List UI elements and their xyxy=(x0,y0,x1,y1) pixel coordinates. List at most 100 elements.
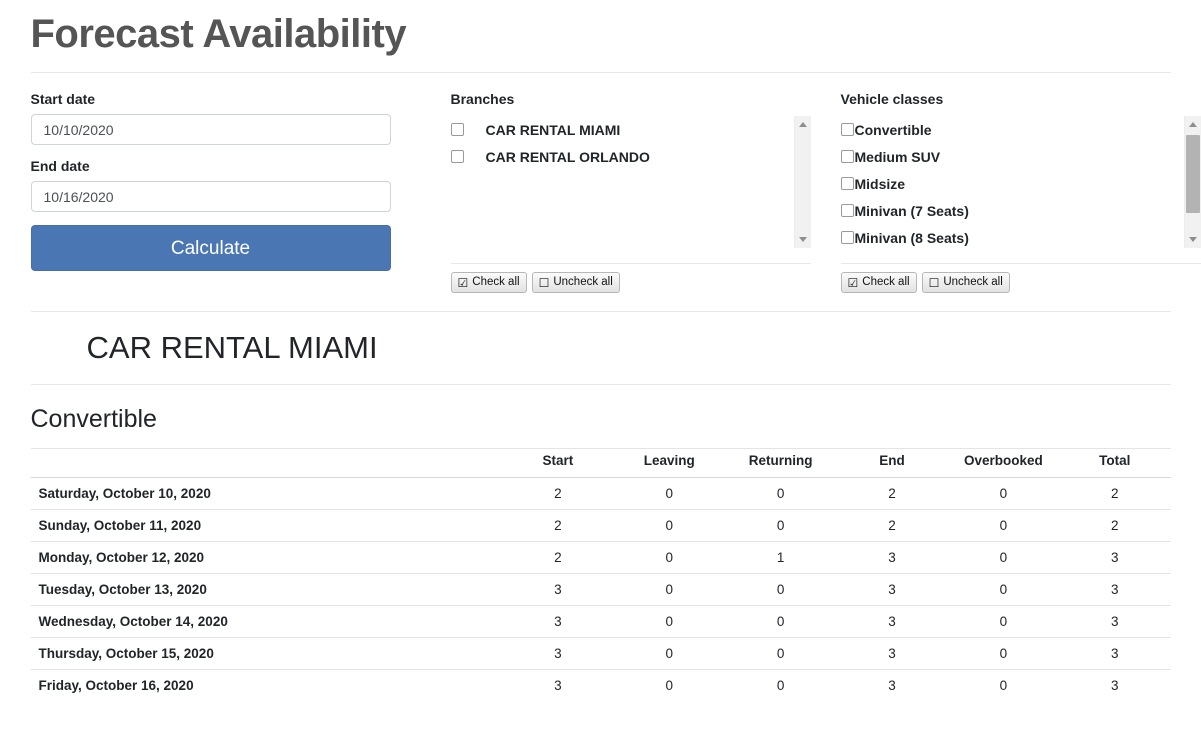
scroll-up-icon[interactable] xyxy=(794,116,811,133)
column-header-date xyxy=(30,448,503,479)
cell-start: 3 xyxy=(502,669,614,702)
branches-uncheck-all-button[interactable]: ☐ Uncheck all xyxy=(531,272,620,293)
cell-returning: 0 xyxy=(724,477,837,510)
table-row: Sunday, October 11, 2020 2 0 0 2 0 2 xyxy=(30,509,1171,542)
cell-date: Friday, October 16, 2020 xyxy=(30,669,503,702)
cell-returning: 0 xyxy=(724,669,837,702)
cell-end: 3 xyxy=(836,541,948,574)
cell-leaving: 0 xyxy=(613,509,725,542)
column-header-total: Total xyxy=(1059,448,1171,479)
cell-start: 3 xyxy=(502,573,614,606)
cell-date: Tuesday, October 13, 2020 xyxy=(30,573,503,606)
scroll-down-icon[interactable] xyxy=(1184,231,1201,248)
branches-list[interactable]: CAR RENTAL MIAMI CAR RENTAL ORLANDO xyxy=(450,116,811,248)
table-head: Start Leaving Returning End Overbooked T… xyxy=(30,448,1171,479)
branch-label-0[interactable]: CAR RENTAL MIAMI xyxy=(486,122,621,138)
cell-returning: 0 xyxy=(724,637,837,670)
branches-button-group: ☑ Check all ☐ Uncheck all xyxy=(450,272,811,293)
vehicle-class-checkbox-2[interactable] xyxy=(840,177,854,190)
cell-leaving: 0 xyxy=(613,669,725,702)
cell-overbooked: 0 xyxy=(947,605,1060,638)
cell-end: 3 xyxy=(836,637,948,670)
branch-label-1[interactable]: CAR RENTAL ORLANDO xyxy=(486,149,650,165)
cell-returning: 0 xyxy=(724,509,837,542)
cell-returning: 0 xyxy=(724,573,837,606)
column-header-start: Start xyxy=(502,448,614,479)
vehicle-classes-button-group: ☑ Check all ☐ Uncheck all xyxy=(840,272,1201,293)
list-item[interactable]: CAR RENTAL ORLANDO xyxy=(450,143,811,170)
table-row: Saturday, October 10, 2020 2 0 0 2 0 2 xyxy=(30,477,1171,510)
branches-scrollbar[interactable] xyxy=(793,116,811,248)
cell-leaving: 0 xyxy=(613,573,725,606)
vehicle-classes-column: Vehicle classes Convertible Medium SUV M… xyxy=(840,91,1201,293)
vehicle-class-label-0[interactable]: Convertible xyxy=(855,122,932,138)
scrollbar-thumb[interactable] xyxy=(1185,135,1200,213)
vehicle-classes-divider xyxy=(840,263,1201,264)
cell-total: 3 xyxy=(1059,541,1171,574)
cell-end: 3 xyxy=(836,669,948,702)
cell-total: 2 xyxy=(1059,509,1171,542)
list-item[interactable]: Convertible xyxy=(840,116,1201,143)
table-row: Thursday, October 15, 2020 3 0 0 3 0 3 xyxy=(30,637,1171,670)
forecast-table: Start Leaving Returning End Overbooked T… xyxy=(30,448,1171,702)
table-row: Tuesday, October 13, 2020 3 0 0 3 0 3 xyxy=(30,573,1171,606)
vehicle-class-label-2[interactable]: Midsize xyxy=(855,176,906,192)
vehicle-classes-label: Vehicle classes xyxy=(840,91,944,107)
check-square-icon: ☑ xyxy=(847,275,859,290)
cell-date: Sunday, October 11, 2020 xyxy=(30,509,503,542)
end-date-input[interactable] xyxy=(30,181,391,212)
cell-date: Thursday, October 15, 2020 xyxy=(30,637,503,670)
vehicle-class-label-4[interactable]: Minivan (8 Seats) xyxy=(855,230,969,246)
cell-returning: 0 xyxy=(724,605,837,638)
vehicle-class-checkbox-1[interactable] xyxy=(840,150,854,163)
cell-overbooked: 0 xyxy=(947,669,1060,702)
cell-date: Wednesday, October 14, 2020 xyxy=(30,605,503,638)
cell-total: 3 xyxy=(1059,669,1171,702)
cell-date: Saturday, October 10, 2020 xyxy=(30,477,503,510)
start-date-label: Start date xyxy=(30,91,96,107)
list-item[interactable]: Medium SUV xyxy=(840,143,1201,170)
branch-checkbox-1[interactable] xyxy=(450,150,464,163)
start-date-input[interactable] xyxy=(30,114,391,145)
cell-start: 3 xyxy=(502,605,614,638)
cell-overbooked: 0 xyxy=(947,573,1060,606)
vehicle-class-checkbox-3[interactable] xyxy=(840,204,854,217)
cell-total: 3 xyxy=(1059,573,1171,606)
cell-end: 2 xyxy=(836,477,948,510)
page-title: Forecast Availability xyxy=(30,12,407,56)
vehicle-class-checkbox-0[interactable] xyxy=(840,123,854,136)
table-row: Wednesday, October 14, 2020 3 0 0 3 0 3 xyxy=(30,605,1171,638)
cell-total: 3 xyxy=(1059,637,1171,670)
cell-returning: 1 xyxy=(724,541,837,574)
vehicle-class-checkbox-4[interactable] xyxy=(840,231,854,244)
vehicle-class-label-1[interactable]: Medium SUV xyxy=(855,149,941,165)
table-header-row: Start Leaving Returning End Overbooked T… xyxy=(30,448,1171,479)
branch-title: CAR RENTAL MIAMI xyxy=(86,330,378,365)
cell-end: 3 xyxy=(836,573,948,606)
column-header-returning: Returning xyxy=(724,448,837,479)
branch-checkbox-0[interactable] xyxy=(450,123,464,136)
branches-check-all-button[interactable]: ☑ Check all xyxy=(450,272,527,293)
table-row: Monday, October 12, 2020 2 0 1 3 0 3 xyxy=(30,541,1171,574)
form-region: Start date End date Calculate Branches C… xyxy=(30,91,1201,293)
list-item[interactable]: Minivan (8 Seats) xyxy=(840,224,1201,248)
table-body: Saturday, October 10, 2020 2 0 0 2 0 2 S… xyxy=(30,477,1171,702)
scroll-up-icon[interactable] xyxy=(1184,116,1201,133)
vehicle-classes-uncheck-all-button[interactable]: ☐ Uncheck all xyxy=(921,272,1010,293)
title-divider xyxy=(30,72,1171,73)
vehicle-class-label-3[interactable]: Minivan (7 Seats) xyxy=(855,203,969,219)
list-item[interactable]: Minivan (7 Seats) xyxy=(840,197,1201,224)
list-item[interactable]: Midsize xyxy=(840,170,1201,197)
vehicle-classes-list[interactable]: Convertible Medium SUV Midsize Minivan (… xyxy=(840,116,1201,248)
calculate-button[interactable]: Calculate xyxy=(30,225,391,271)
list-item[interactable]: CAR RENTAL MIAMI xyxy=(450,116,811,143)
scroll-down-icon[interactable] xyxy=(794,231,811,248)
cell-leaving: 0 xyxy=(613,637,725,670)
vehicle-classes-check-all-button[interactable]: ☑ Check all xyxy=(840,272,917,293)
vehicle-classes-scrollbar[interactable] xyxy=(1183,116,1201,248)
branches-column: Branches CAR RENTAL MIAMI CAR RENTAL ORL… xyxy=(450,91,811,293)
empty-square-icon: ☐ xyxy=(928,275,940,290)
dates-column: Start date End date Calculate xyxy=(30,91,421,271)
vehicle-classes-check-all-label: Check all xyxy=(862,275,910,288)
table-row: Friday, October 16, 2020 3 0 0 3 0 3 xyxy=(30,669,1171,702)
